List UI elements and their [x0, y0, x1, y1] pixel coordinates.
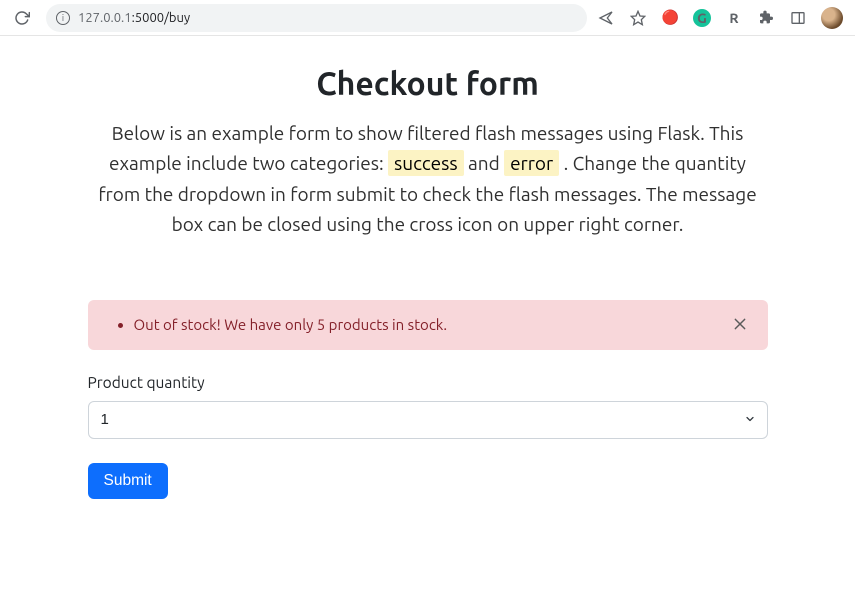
quantity-select-wrap: 1 — [88, 401, 768, 439]
extensions-icon[interactable] — [757, 9, 775, 27]
side-panel-icon[interactable] — [789, 9, 807, 27]
url-text: 127.0.0.1:5000/buy — [78, 11, 190, 25]
page-title: Checkout form — [88, 66, 768, 102]
bookmark-star-icon[interactable] — [629, 9, 647, 27]
close-icon — [732, 320, 748, 335]
page-container: Checkout form Below is an example form t… — [68, 36, 788, 519]
reload-icon[interactable] — [14, 10, 30, 26]
grammarly-icon[interactable]: G — [693, 9, 711, 27]
site-info-icon[interactable]: i — [56, 11, 70, 25]
alert-message: Out of stock! We have only 5 products in… — [134, 316, 730, 333]
address-bar[interactable]: i 127.0.0.1:5000/buy — [46, 4, 587, 32]
rakuten-icon[interactable]: R — [725, 9, 743, 27]
flash-alert-error: Out of stock! We have only 5 products in… — [88, 300, 768, 350]
quantity-label: Product quantity — [88, 374, 768, 391]
lead-text-2: and — [464, 152, 504, 174]
send-icon[interactable] — [597, 9, 615, 27]
submit-button[interactable]: Submit — [88, 463, 168, 499]
toolbar-right: 🔴 G R — [597, 7, 847, 29]
profile-avatar[interactable] — [821, 7, 843, 29]
tag-error: error — [504, 150, 559, 176]
tag-success: success — [388, 150, 464, 176]
alert-close-button[interactable] — [730, 316, 750, 334]
alert-list: Out of stock! We have only 5 products in… — [106, 316, 730, 333]
browser-toolbar: i 127.0.0.1:5000/buy 🔴 G R — [0, 0, 855, 36]
extension-badge-icon[interactable]: 🔴 — [661, 9, 679, 27]
quantity-select[interactable]: 1 — [88, 401, 768, 439]
page-lead: Below is an example form to show filtere… — [88, 118, 768, 240]
